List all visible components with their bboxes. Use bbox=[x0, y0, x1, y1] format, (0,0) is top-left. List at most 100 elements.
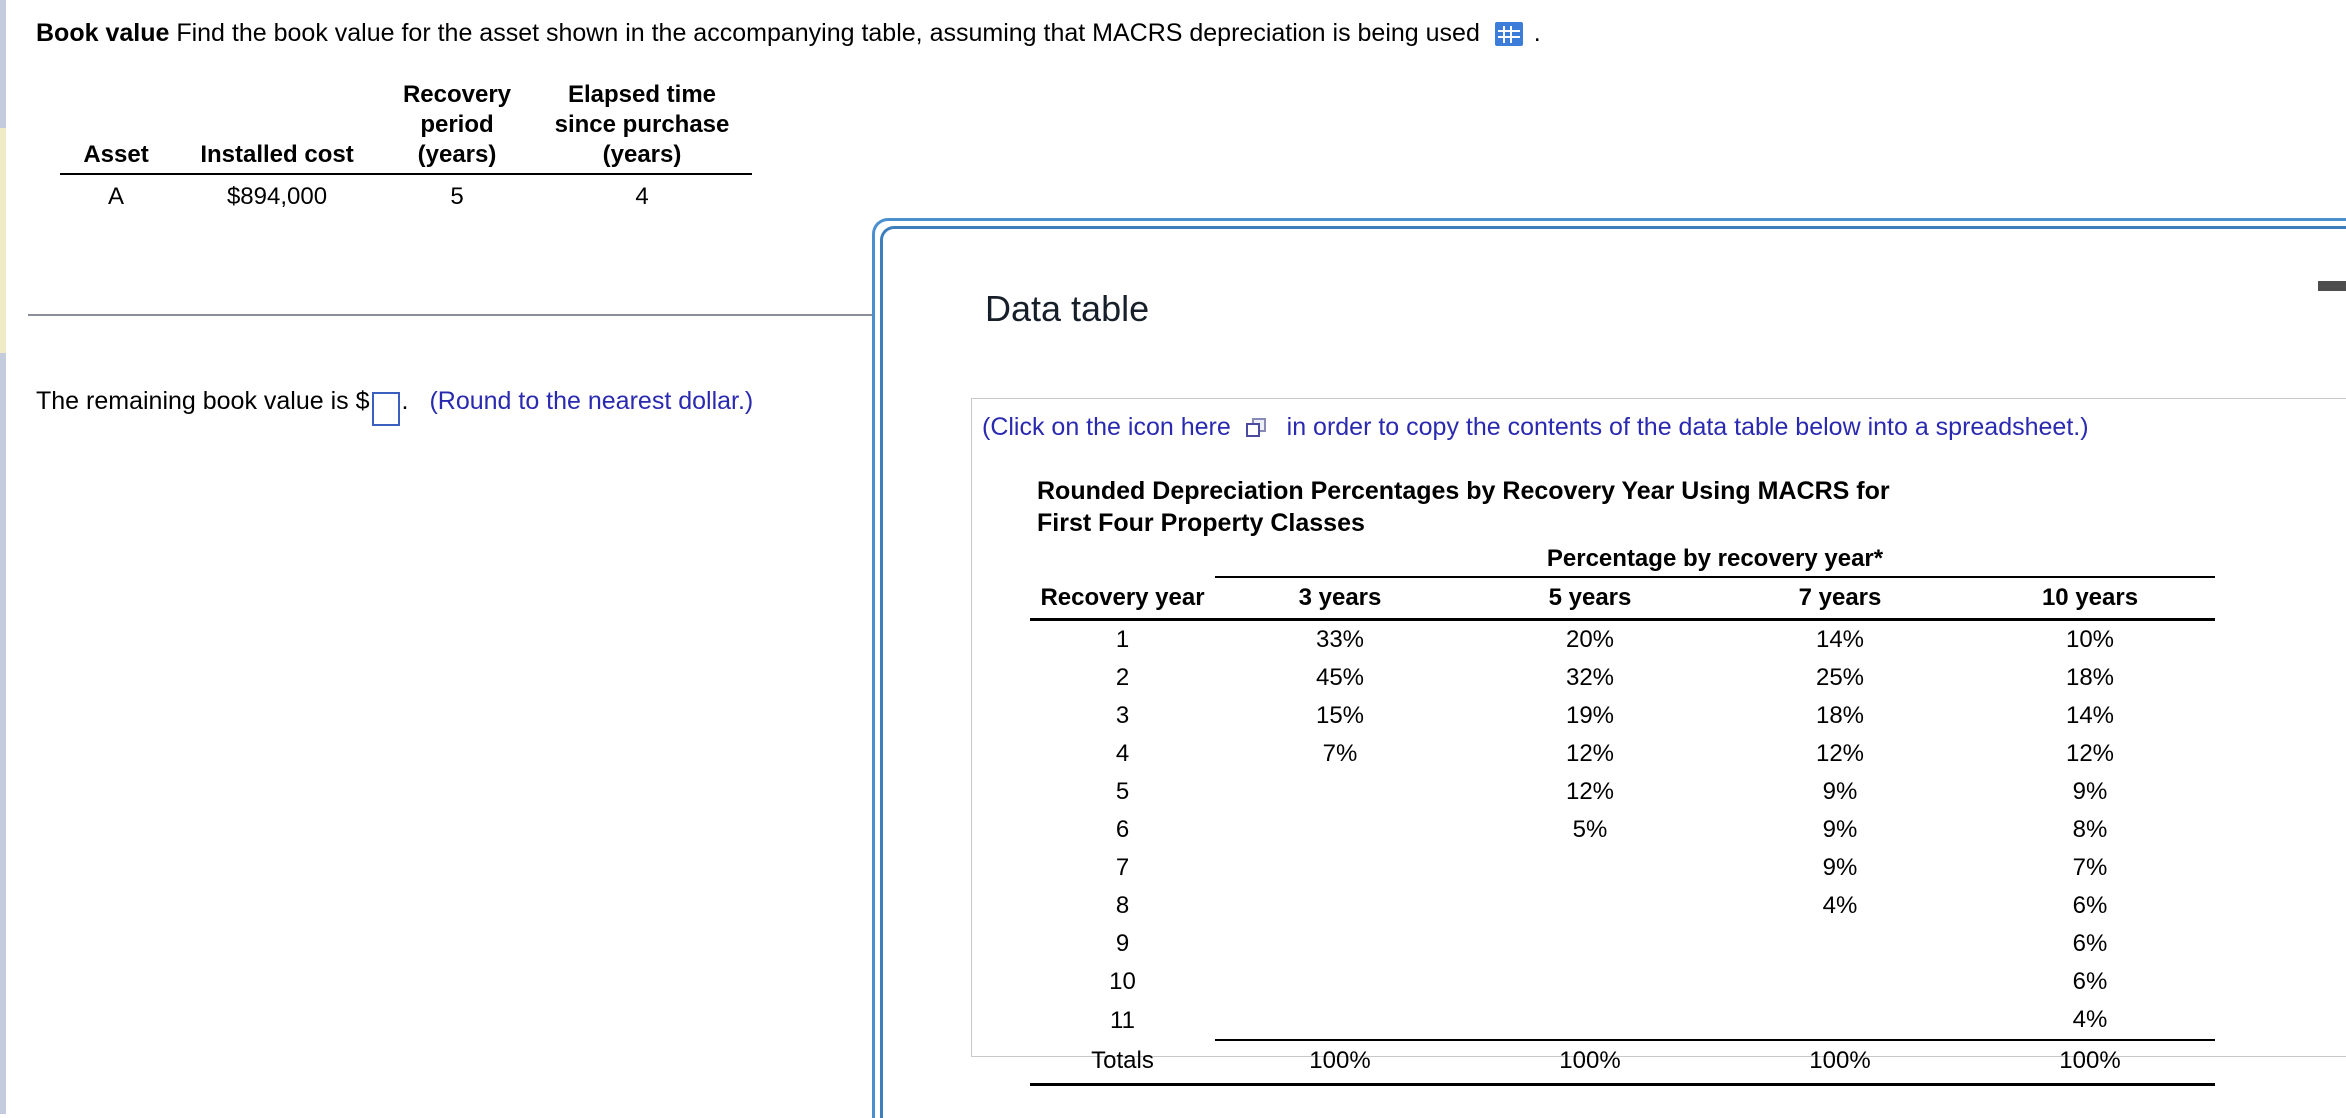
grid-icon[interactable] bbox=[1494, 22, 1523, 46]
macrs-cell-10y: 10% bbox=[2065, 626, 2115, 653]
macrs-cell-10y: 8% bbox=[2072, 816, 2108, 843]
macrs-cell-3y bbox=[1215, 811, 1465, 849]
left-yellow-rail bbox=[0, 128, 6, 353]
answer-line: The remaining book value is $. (Round to… bbox=[36, 385, 753, 426]
copy-icon[interactable] bbox=[1245, 418, 1268, 438]
asset-header-recovery-period: Recovery period (years) bbox=[402, 81, 512, 168]
rounding-note: (Round to the nearest dollar.) bbox=[429, 387, 754, 415]
asset-header-elapsed-time: Elapsed time since purchase (years) bbox=[554, 81, 730, 168]
macrs-cell-5y bbox=[1465, 925, 1715, 963]
macrs-cell-10y: 12% bbox=[2065, 740, 2115, 767]
table-row: 1 33% 20% 14% 10% bbox=[1030, 620, 2215, 660]
macrs-cell-5y bbox=[1465, 887, 1715, 925]
macrs-cell-5y: 20% bbox=[1565, 626, 1615, 653]
macrs-cell-10y: 9% bbox=[2072, 778, 2108, 805]
table-row: 10 6% bbox=[1030, 963, 2215, 1001]
table-row: 3 15% 19% 18% 14% bbox=[1030, 697, 2215, 735]
macrs-cell-3y bbox=[1215, 963, 1465, 1001]
macrs-year: 10 bbox=[1109, 968, 1136, 995]
macrs-year: 2 bbox=[1115, 664, 1130, 691]
macrs-totals-label: Totals bbox=[1030, 1040, 1215, 1086]
macrs-year: 11 bbox=[1110, 1006, 1135, 1034]
book-value-input[interactable] bbox=[371, 392, 400, 426]
macrs-cell-3y bbox=[1215, 887, 1465, 925]
table-row: 6 5% 9% 8% bbox=[1030, 811, 2215, 849]
macrs-year: 9 bbox=[1115, 930, 1130, 957]
macrs-cell-3y bbox=[1215, 925, 1465, 963]
macrs-cell-7y: 18% bbox=[1815, 702, 1865, 729]
macrs-cell-5y: 12% bbox=[1565, 740, 1615, 767]
macrs-cell-10y: 14% bbox=[2065, 702, 2115, 729]
macrs-cell-5y: 12% bbox=[1565, 778, 1615, 805]
asset-table-header-row: Asset Installed cost Recovery period (ye… bbox=[60, 80, 752, 174]
asset-cell-recovery-period: 5 bbox=[450, 183, 464, 210]
macrs-header-recovery-year: Recovery year bbox=[1030, 577, 1215, 621]
problem-text: Find the book value for the asset shown … bbox=[176, 19, 1480, 47]
macrs-table-title: Rounded Depreciation Percentages by Reco… bbox=[1037, 477, 1890, 537]
macrs-cell-5y: 5% bbox=[1572, 816, 1608, 843]
macrs-header-5-years: 5 years bbox=[1465, 577, 1715, 621]
section-divider bbox=[28, 314, 880, 316]
table-row: 4 7% 12% 12% 12% bbox=[1030, 735, 2215, 773]
macrs-header-10-years: 10 years bbox=[1965, 577, 2215, 621]
macrs-year: 1 bbox=[1115, 626, 1130, 653]
macrs-cell-5y: 19% bbox=[1565, 702, 1615, 729]
macrs-year: 7 bbox=[1115, 854, 1130, 881]
minimize-icon[interactable] bbox=[2318, 281, 2346, 291]
table-row: 8 4% 6% bbox=[1030, 887, 2215, 925]
macrs-cell-7y: 4% bbox=[1822, 892, 1858, 919]
macrs-total-7y: 100% bbox=[1715, 1040, 1965, 1086]
table-row: 11 4% bbox=[1030, 1001, 2215, 1041]
macrs-header-3-years: 3 years bbox=[1215, 577, 1465, 621]
table-row: A $894,000 5 4 bbox=[60, 174, 752, 217]
copy-instruction-after: in order to copy the contents of the dat… bbox=[1286, 413, 2089, 441]
macrs-cell-5y: 32% bbox=[1565, 664, 1615, 691]
macrs-cell-7y: 25% bbox=[1815, 664, 1865, 691]
answer-prefix: The remaining book value is $ bbox=[36, 387, 370, 415]
asset-header-asset: Asset bbox=[83, 141, 149, 168]
macrs-cell-10y: 7% bbox=[2072, 854, 2108, 881]
problem-period: . bbox=[1533, 19, 1541, 47]
macrs-cell-3y: 33% bbox=[1315, 626, 1365, 653]
macrs-group-header-row: Percentage by recovery year* bbox=[1030, 545, 2215, 578]
macrs-cell-7y bbox=[1715, 963, 1965, 1001]
macrs-table-body: 1 33% 20% 14% 10% 2 45% 32% 25% 18% 3 15… bbox=[1030, 620, 2215, 1041]
macrs-year: 6 bbox=[1115, 816, 1130, 843]
problem-statement: Book value Find the book value for the a… bbox=[36, 18, 1541, 48]
macrs-cell-5y bbox=[1465, 963, 1715, 1001]
macrs-group-header: Percentage by recovery year* bbox=[1215, 545, 2215, 578]
copy-instruction: (Click on the icon here in order to copy… bbox=[982, 413, 2089, 442]
macrs-cell-7y: 9% bbox=[1822, 778, 1858, 805]
macrs-cell-5y bbox=[1465, 1001, 1715, 1041]
macrs-cell-7y: 9% bbox=[1822, 854, 1858, 881]
macrs-header-7-years: 7 years bbox=[1715, 577, 1965, 621]
table-row: 2 45% 32% 25% 18% bbox=[1030, 659, 2215, 697]
macrs-cell-7y bbox=[1715, 1001, 1965, 1041]
table-row: 7 9% 7% bbox=[1030, 849, 2215, 887]
macrs-cell-10y: 18% bbox=[2065, 664, 2115, 691]
macrs-cell-7y: 12% bbox=[1815, 740, 1865, 767]
table-row: 5 12% 9% 9% bbox=[1030, 773, 2215, 811]
macrs-cell-3y: 45% bbox=[1315, 664, 1365, 691]
macrs-cell-3y bbox=[1215, 1001, 1465, 1041]
macrs-cell-7y bbox=[1715, 925, 1965, 963]
macrs-cell-3y: 15% bbox=[1315, 702, 1365, 729]
macrs-cell-10y: 6% bbox=[2072, 892, 2108, 919]
macrs-year: 8 bbox=[1115, 892, 1130, 919]
macrs-cell-3y: 7% bbox=[1322, 740, 1358, 767]
asset-table: Asset Installed cost Recovery period (ye… bbox=[60, 80, 752, 217]
macrs-year: 3 bbox=[1115, 702, 1130, 729]
macrs-year: 5 bbox=[1115, 778, 1130, 805]
macrs-cell-7y: 9% bbox=[1822, 816, 1858, 843]
table-row: 9 6% bbox=[1030, 925, 2215, 963]
macrs-cell-10y: 6% bbox=[2072, 930, 2108, 957]
macrs-cell-3y bbox=[1215, 773, 1465, 811]
asset-cell-asset: A bbox=[107, 183, 124, 210]
copy-instruction-before: (Click on the icon here bbox=[982, 413, 1231, 441]
macrs-year: 4 bbox=[1115, 740, 1130, 767]
problem-label: Book value bbox=[36, 19, 170, 47]
macrs-table: Percentage by recovery year* Recovery ye… bbox=[1030, 545, 2215, 1086]
asset-cell-elapsed-time: 4 bbox=[635, 183, 649, 210]
asset-cell-installed-cost: $894,000 bbox=[226, 183, 328, 210]
macrs-cell-7y: 14% bbox=[1815, 626, 1865, 653]
